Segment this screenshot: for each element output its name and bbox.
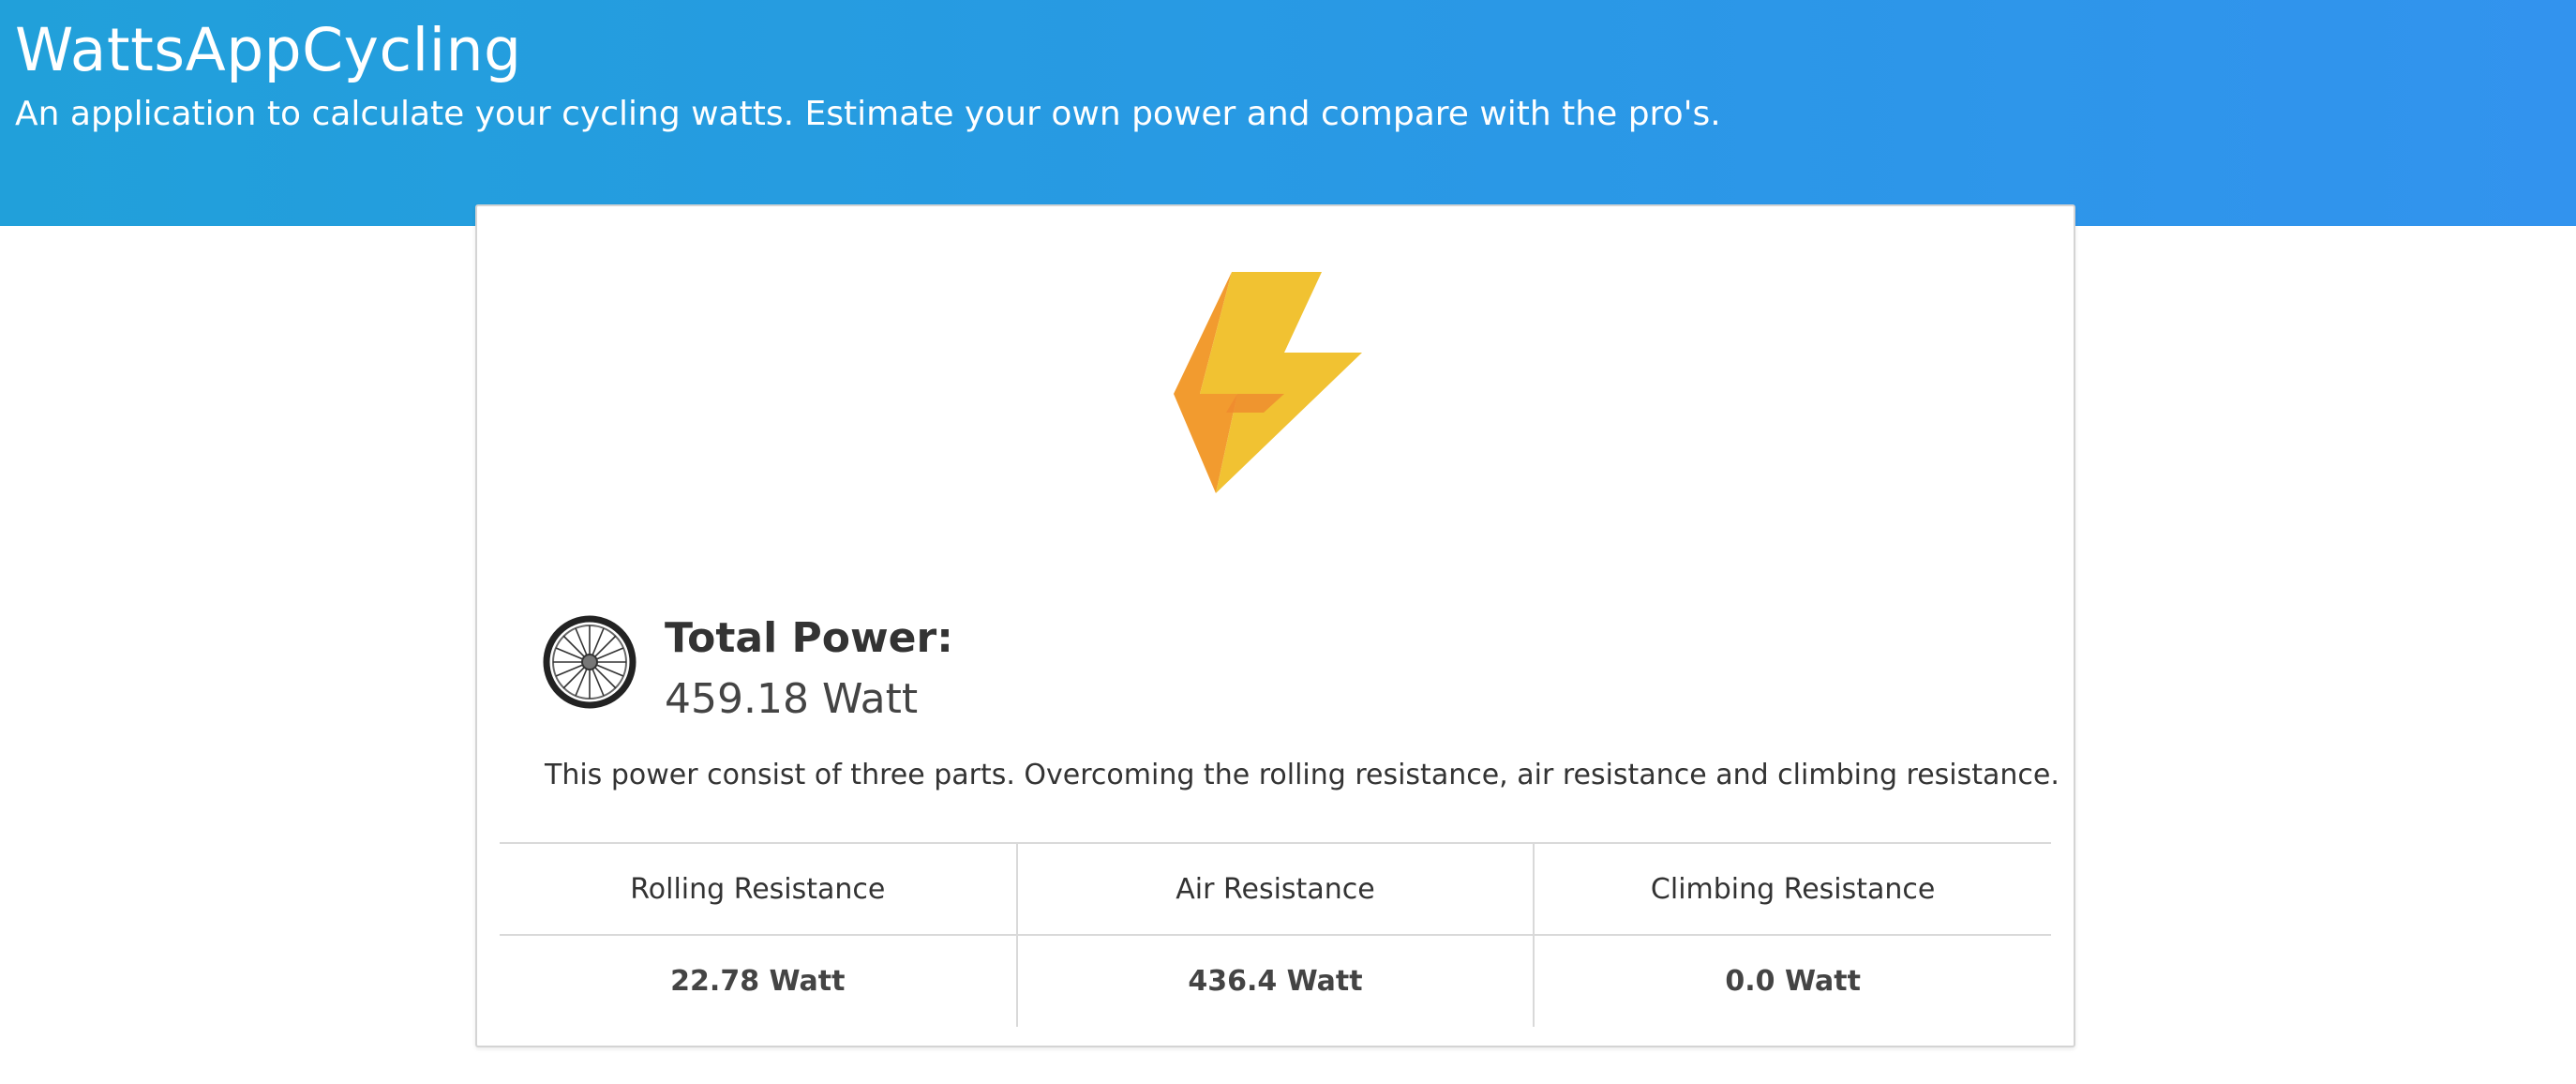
total-power-value: 459.18 Watt (665, 675, 919, 723)
rolling-resistance-header: Rolling Resistance (500, 842, 1017, 935)
total-power-label: Total Power: (665, 614, 953, 662)
result-card: Total Power: 459.18 Watt This power cons… (475, 204, 2075, 1047)
air-resistance-header: Air Resistance (1015, 842, 1535, 935)
app-subtitle: An application to calculate your cycling… (15, 95, 1721, 133)
table-header-row: Rolling Resistance Air Resistance Climbi… (500, 842, 2051, 935)
resistance-breakdown-table: Rolling Resistance Air Resistance Climbi… (500, 842, 2051, 1027)
air-resistance-value: 436.4 Watt (1015, 934, 1535, 1027)
lightning-bolt-icon (1174, 272, 1362, 493)
bicycle-wheel-icon (543, 615, 637, 709)
table-row: 22.78 Watt 436.4 Watt 0.0 Watt (500, 934, 2051, 1027)
power-description: This power consist of three parts. Overc… (545, 759, 2059, 791)
climbing-resistance-value: 0.0 Watt (1533, 934, 2051, 1027)
app-header: WattsAppCycling An application to calcul… (0, 0, 2576, 226)
app-title: WattsAppCycling (15, 16, 522, 84)
climbing-resistance-header: Climbing Resistance (1533, 842, 2051, 935)
rolling-resistance-value: 22.78 Watt (500, 934, 1017, 1027)
